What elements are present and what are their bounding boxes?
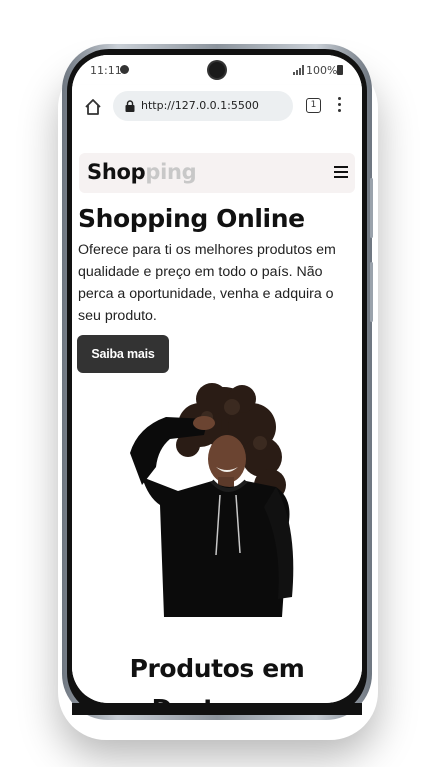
battery-percentage: 100%	[306, 64, 338, 77]
notification-icon	[120, 65, 129, 74]
hero-image	[130, 383, 294, 617]
logo-part-2: ping	[145, 160, 197, 184]
hero-title: Shopping Online	[78, 204, 305, 233]
home-icon[interactable]	[84, 98, 102, 116]
signal-icon	[293, 65, 305, 75]
battery-icon	[337, 65, 343, 75]
power-button	[370, 262, 373, 322]
learn-more-button[interactable]: Saiba mais	[77, 335, 169, 373]
url-text: http://127.0.0.1:5500	[141, 99, 259, 112]
more-options-icon[interactable]	[338, 97, 342, 115]
page-content: Shopping Shopping Online Oferece para ti…	[72, 127, 362, 703]
site-logo[interactable]: Shopping	[87, 160, 197, 184]
hamburger-menu-icon[interactable]	[334, 166, 348, 180]
featured-products-title: Produtos em Destaque	[129, 654, 305, 703]
bottom-bezel	[72, 703, 362, 715]
hero-description: Oferece para ti os melhores produtos em …	[78, 242, 336, 324]
volume-button	[370, 178, 373, 238]
browser-toolbar: http://127.0.0.1:5500 1	[72, 85, 362, 127]
logo-part-1: Shop	[87, 160, 146, 184]
phone-screen: 11:11 100% http://127.0.0.1:5500 1 Shopp…	[72, 55, 362, 703]
lock-icon	[125, 100, 135, 112]
front-camera	[209, 62, 225, 78]
status-time: 11:11	[90, 64, 122, 77]
tabs-counter-icon[interactable]: 1	[306, 98, 321, 113]
site-navbar: Shopping	[79, 153, 355, 193]
status-bar: 11:11 100%	[72, 55, 362, 85]
address-bar[interactable]: http://127.0.0.1:5500	[113, 91, 293, 121]
